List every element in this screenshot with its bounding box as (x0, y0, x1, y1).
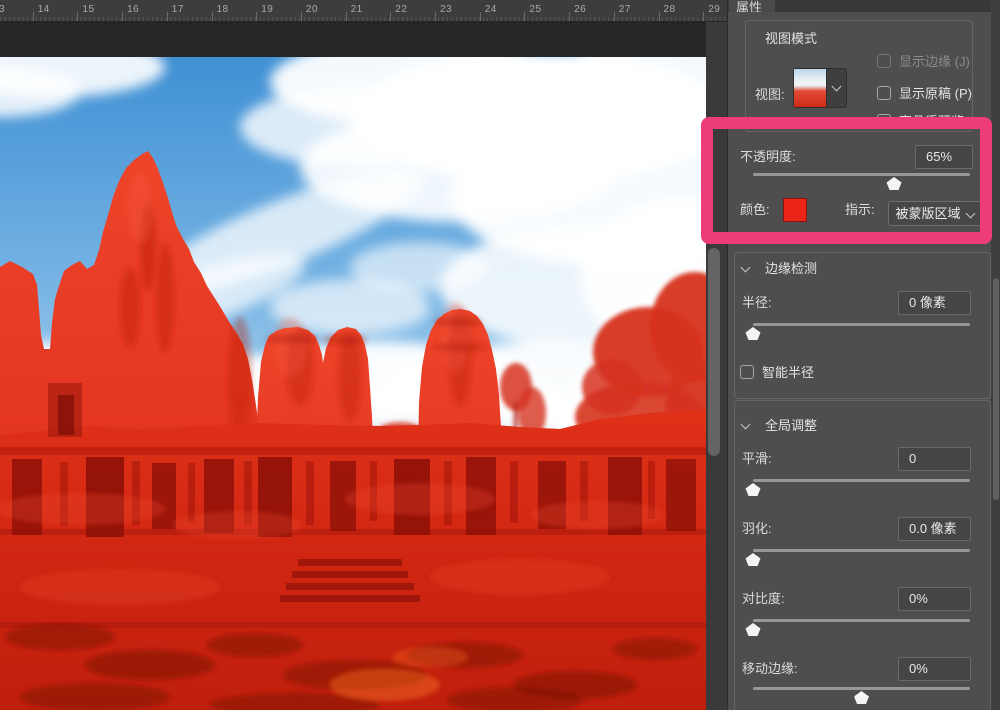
shift-edge-label: 移动边缘: (742, 657, 798, 681)
feather-slider[interactable] (753, 549, 970, 569)
show-edge-checkbox[interactable] (877, 54, 891, 68)
smooth-value-field[interactable]: 0 (898, 447, 971, 471)
chevron-down-icon (966, 209, 976, 219)
indicates-dropdown-value: 被蒙版区域 (895, 206, 960, 221)
view-label: 视图: (755, 83, 785, 107)
opacity-label: 不透明度: (740, 145, 796, 169)
opacity-value-field[interactable]: 65% (915, 145, 973, 169)
contrast-value-field[interactable]: 0% (898, 587, 971, 611)
feather-label: 羽化: (742, 517, 772, 541)
horizontal-ruler: 1314151617181920212223242526272829 (0, 0, 727, 22)
panel-body: 视图模式 视图: 显示边缘 (J) 显示原稿 (P) 高品质预览 不透明度: 6 (728, 12, 1000, 710)
opacity-slider-thumb[interactable] (887, 177, 902, 190)
shift-edge-value-field[interactable]: 0% (898, 657, 971, 681)
contrast-value: 0% (909, 591, 928, 606)
show-edge-label: 显示边缘 (J) (899, 51, 970, 70)
global-refinements-collapse-chevron[interactable] (742, 415, 749, 433)
indicates-label: 指示: (845, 198, 875, 222)
smart-radius-checkbox[interactable] (740, 365, 754, 379)
high-quality-preview-checkbox-row[interactable]: 高品质预览 (877, 111, 964, 130)
shift-edge-slider-thumb[interactable] (854, 691, 869, 704)
tab-properties[interactable]: 属性 (729, 0, 775, 12)
shift-edge-slider-track[interactable] (753, 687, 970, 690)
feather-slider-track[interactable] (753, 549, 970, 552)
radius-label: 半径: (742, 291, 772, 315)
contrast-slider[interactable] (753, 619, 970, 639)
contrast-label: 对比度: (742, 587, 785, 611)
ruler-ticks: 1314151617181920212223242526272829 (0, 0, 727, 21)
view-mode-title: 视图模式 (765, 28, 817, 47)
radius-value-field[interactable]: 0 像素 (898, 291, 971, 315)
properties-panel: 属性 视图模式 视图: 显示边缘 (J) 显示原稿 (P) 高品质预览 (727, 0, 1000, 710)
radius-slider[interactable] (753, 323, 970, 343)
show-original-label: 显示原稿 (P) (899, 83, 972, 102)
view-thumbnail-image (794, 69, 827, 107)
smooth-value: 0 (909, 451, 916, 466)
smooth-slider[interactable] (753, 479, 970, 499)
temple-photo-red-mask-overlay (0, 57, 706, 710)
canvas-scrollbar-thumb[interactable] (708, 248, 720, 456)
canvas-right-gutter (706, 22, 727, 710)
edge-detection-title: 边缘检测 (765, 258, 817, 277)
smart-radius-label: 智能半径 (762, 362, 814, 381)
shift-edge-value: 0% (909, 661, 928, 676)
opacity-slider[interactable] (753, 173, 970, 193)
view-thumbnail-dropdown[interactable] (793, 68, 847, 108)
shift-edge-slider[interactable] (753, 687, 970, 707)
smart-radius-checkbox-row[interactable]: 智能半径 (740, 362, 814, 381)
indicates-dropdown[interactable]: 被蒙版区域 (888, 201, 982, 226)
high-quality-preview-checkbox[interactable] (877, 114, 891, 128)
panel-scrollbar-thumb[interactable] (993, 278, 999, 500)
panel-scrollbar[interactable] (991, 0, 1000, 710)
opacity-slider-track[interactable] (753, 173, 970, 176)
smooth-label: 平滑: (742, 447, 772, 471)
feather-value-field[interactable]: 0.0 像素 (898, 517, 971, 541)
chevron-down-icon (827, 69, 846, 107)
document-work-area (0, 22, 727, 710)
contrast-slider-track[interactable] (753, 619, 970, 622)
radius-slider-track[interactable] (753, 323, 970, 326)
opacity-value: 65% (926, 149, 952, 164)
feather-value: 0.0 像素 (909, 521, 957, 536)
color-label: 颜色: (740, 198, 770, 222)
panel-tab-bar: 属性 (728, 0, 1000, 12)
tab-properties-label: 属性 (736, 0, 775, 12)
global-refinements-title: 全局调整 (765, 415, 817, 434)
canvas-vertical-scrollbar[interactable] (707, 22, 722, 710)
photoshop-select-and-mask-workspace: 1314151617181920212223242526272829 (0, 0, 1000, 710)
overlay-color-swatch[interactable] (783, 198, 807, 222)
show-original-checkbox-row[interactable]: 显示原稿 (P) (877, 83, 972, 102)
radius-value: 0 像素 (909, 295, 946, 310)
show-original-checkbox[interactable] (877, 86, 891, 100)
edge-detection-collapse-chevron[interactable] (742, 258, 749, 276)
document-canvas[interactable] (0, 57, 706, 710)
smooth-slider-track[interactable] (753, 479, 970, 482)
show-edge-checkbox-row[interactable]: 显示边缘 (J) (877, 51, 970, 70)
high-quality-preview-label: 高品质预览 (899, 111, 964, 130)
